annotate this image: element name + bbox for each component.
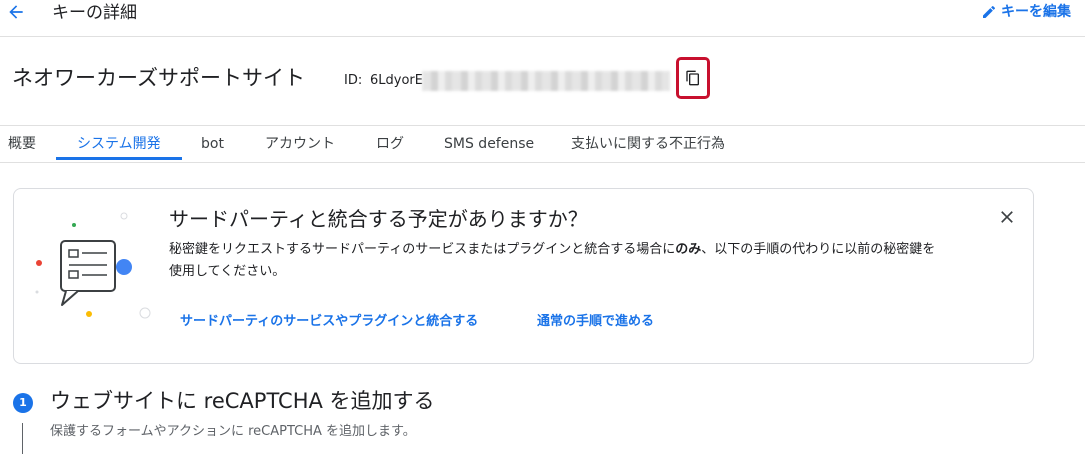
close-card-button[interactable]: [997, 207, 1019, 229]
card-body-text-1: 秘密鍵をリクエストするサードパーティのサービスまたはプラグインと統合する場合に: [169, 242, 676, 257]
edit-key-button[interactable]: キーを編集: [981, 3, 1071, 21]
tab-account[interactable]: アカウント: [265, 126, 335, 162]
third-party-integration-card: サードパーティと統合する予定がありますか？ 秘密鍵をリクエストするサードパーティ…: [13, 188, 1034, 364]
key-id-value: 6LdyorE: [370, 73, 423, 88]
close-icon: [1001, 211, 1013, 223]
arrow-left-icon: [9, 5, 23, 19]
chat-illustration-icon: [35, 212, 151, 319]
key-name: ネオワーカーズサポートサイト: [12, 66, 305, 90]
key-id-label: ID:: [344, 73, 363, 88]
tab-overview[interactable]: 概要: [8, 126, 36, 162]
card-body: 秘密鍵をリクエストするサードパーティのサービスまたはプラグインと統合する場合にの…: [169, 239, 1009, 283]
copy-key-id-button[interactable]: [676, 57, 710, 99]
tab-payment-fraud[interactable]: 支払いに関する不正行為: [571, 126, 725, 162]
pencil-icon: [983, 5, 995, 18]
active-tab-indicator: [56, 157, 182, 160]
edit-key-label: キーを編集: [1001, 4, 1071, 20]
integrate-third-party-link[interactable]: サードパーティのサービスやプラグインと統合する: [180, 313, 478, 331]
key-id-redacted: [422, 71, 670, 91]
back-button[interactable]: [6, 2, 28, 24]
step-title: ウェブサイトに reCAPTCHA を追加する: [50, 389, 435, 413]
tab-logs[interactable]: ログ: [376, 126, 404, 162]
step-number-badge: 1: [13, 393, 33, 413]
step-description: 保護するフォームやアクションに reCAPTCHA を追加します。: [50, 424, 416, 439]
card-body-text-2: 、以下の手順の代わりに以前の秘密鍵を: [701, 242, 936, 257]
tab-sms-defense[interactable]: SMS defense: [444, 126, 534, 162]
step-connector: [22, 423, 23, 454]
card-body-emphasis: のみ: [675, 242, 702, 257]
card-title: サードパーティと統合する予定がありますか？: [169, 207, 588, 231]
tab-bot[interactable]: bot: [201, 126, 224, 162]
page-title: キーの詳細: [52, 3, 137, 23]
proceed-normal-link[interactable]: 通常の手順で進める: [537, 313, 654, 331]
card-body-text-3: 使用してください。: [169, 264, 286, 279]
top-bar: キーの詳細 キーを編集: [0, 0, 1085, 37]
copy-icon: [686, 70, 699, 86]
